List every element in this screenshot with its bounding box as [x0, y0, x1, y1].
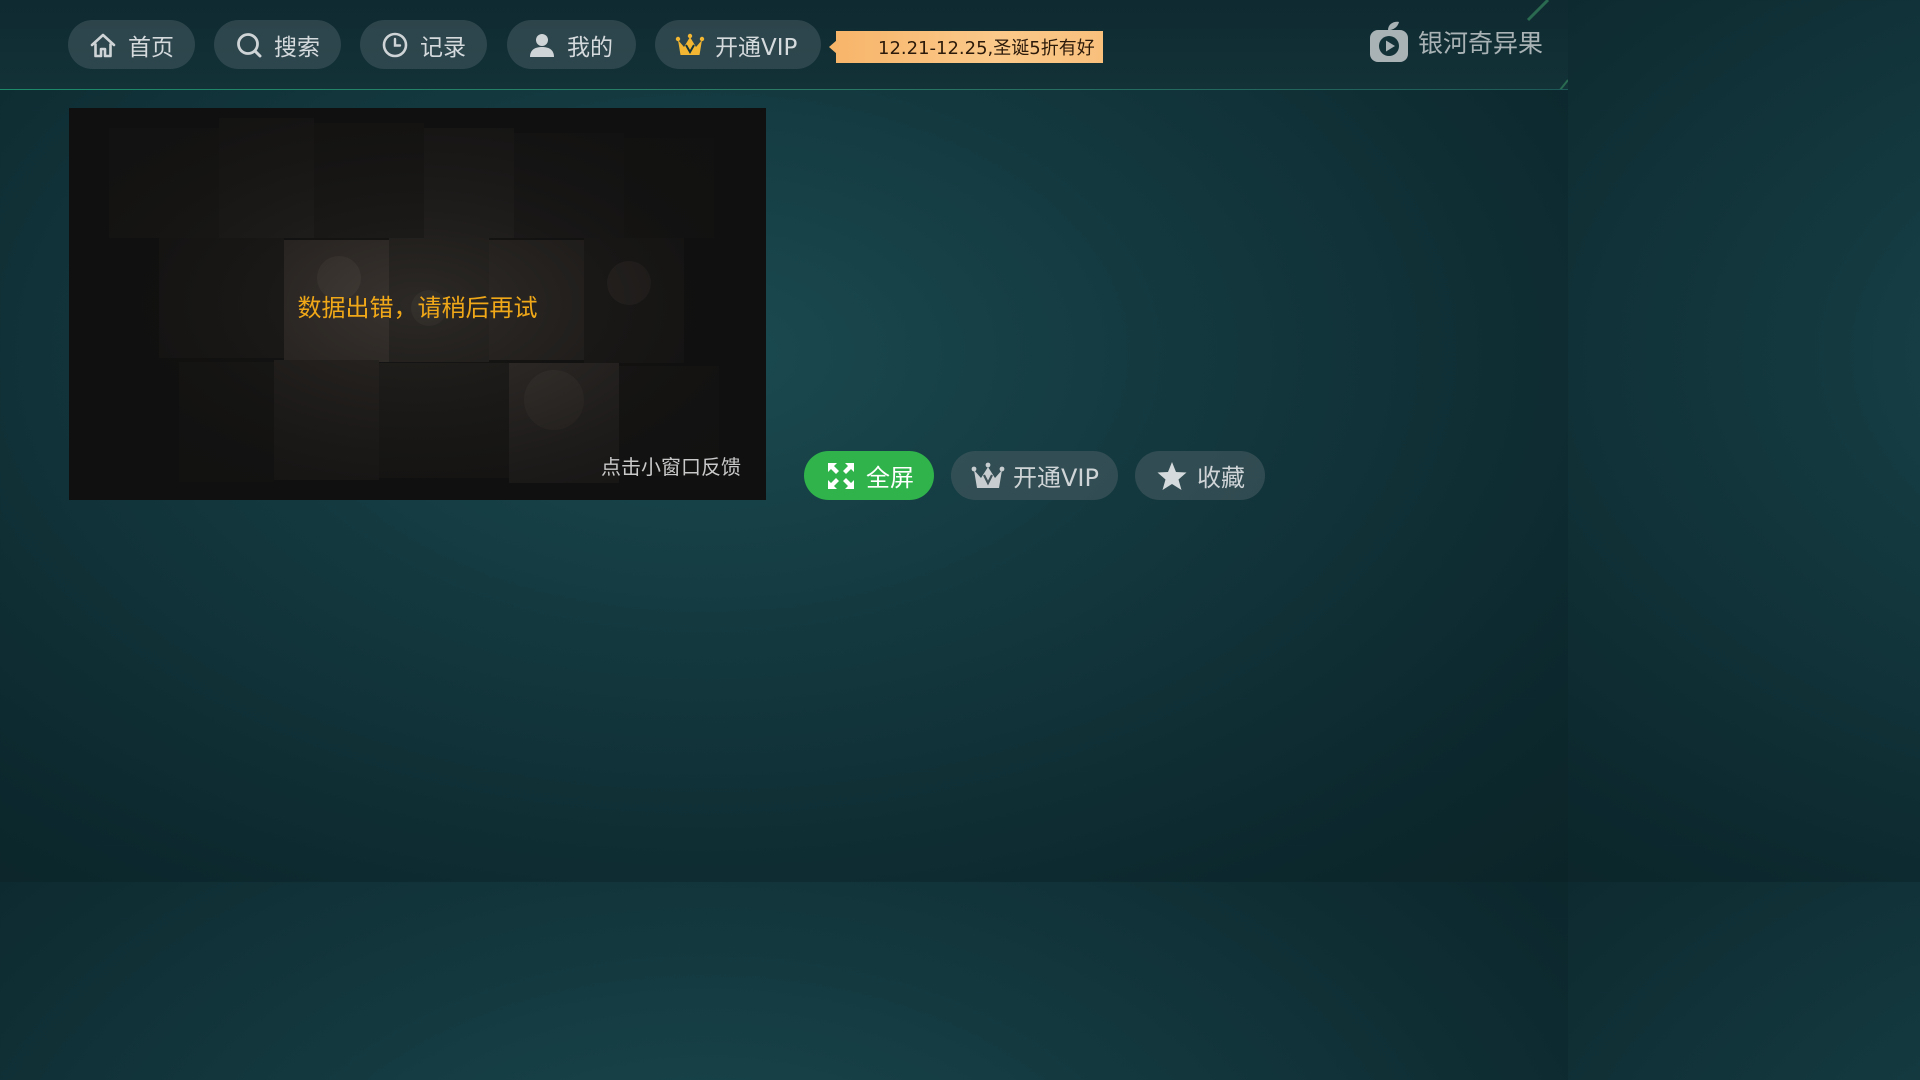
nav-vip-label: 开通VIP [715, 34, 798, 61]
play-logo-icon [1368, 20, 1412, 64]
fullscreen-icon [824, 459, 858, 493]
user-icon [527, 30, 557, 60]
brand-logo: 银河奇异果 [1368, 20, 1543, 64]
nav-home-label: 首页 [128, 34, 174, 61]
favorite-button[interactable]: 收藏 [1135, 451, 1265, 500]
favorite-label: 收藏 [1197, 464, 1245, 492]
nav-home-button[interactable]: 首页 [68, 20, 195, 69]
fullscreen-button[interactable]: 全屏 [804, 451, 934, 500]
fullscreen-label: 全屏 [866, 464, 914, 492]
promo-text: 12.21-12.25,圣诞5折有好 [878, 38, 1095, 59]
clock-icon [380, 30, 410, 60]
top-nav-bar: 首页 搜索 记录 我的 开通VIP 12.21-12.25,圣诞5折有好 银河奇… [0, 0, 1568, 90]
brand-name: 银河奇异果 [1418, 29, 1544, 58]
vip-crown-icon [971, 459, 1005, 493]
vip-label: 开通VIP [1013, 464, 1099, 492]
crown-icon [675, 30, 705, 60]
error-message: 数据出错，请稍后再试 [297, 294, 538, 322]
nav-mine-label: 我的 [567, 34, 613, 61]
home-icon [88, 30, 118, 60]
topbar-divider [0, 89, 1568, 90]
promo-banner[interactable]: 12.21-12.25,圣诞5折有好 [836, 31, 1103, 63]
open-vip-button[interactable]: 开通VIP [951, 451, 1118, 500]
video-player-window[interactable]: 数据出错，请稍后再试 点击小窗口反馈 [69, 108, 766, 500]
nav-search-label: 搜索 [274, 34, 320, 61]
nav-history-label: 记录 [420, 34, 466, 61]
feedback-hint: 点击小窗口反馈 [601, 455, 741, 479]
search-icon [234, 30, 264, 60]
nav-history-button[interactable]: 记录 [360, 20, 487, 69]
nav-search-button[interactable]: 搜索 [214, 20, 341, 69]
nav-vip-button[interactable]: 开通VIP [655, 20, 821, 69]
nav-mine-button[interactable]: 我的 [507, 20, 636, 69]
star-icon [1155, 459, 1189, 493]
